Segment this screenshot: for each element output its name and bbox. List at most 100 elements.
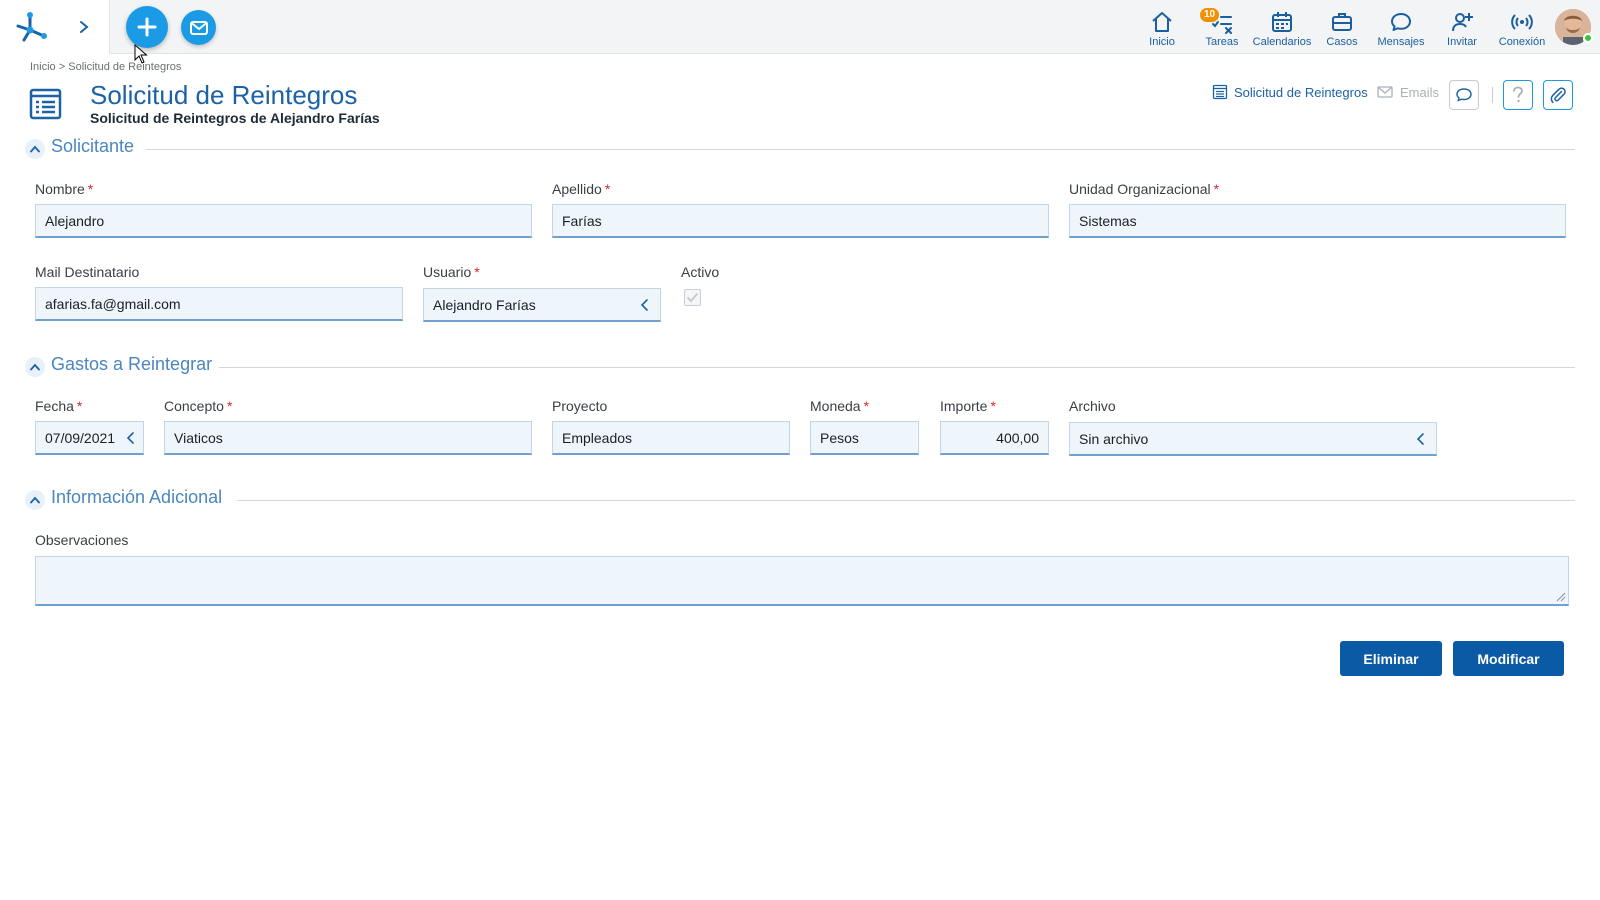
nombre-label: Nombre * (35, 181, 94, 197)
nav-invitar[interactable]: Invitar (1440, 0, 1484, 54)
attach-button[interactable] (1543, 80, 1573, 110)
nav-label: Conexión (1498, 36, 1546, 48)
breadcrumb-current: Solicitud de Reintegros (68, 61, 182, 73)
breadcrumb-separator: > (58, 61, 66, 73)
nav-casos[interactable]: Casos (1320, 0, 1364, 54)
add-button[interactable] (126, 6, 168, 48)
chevron-left-icon[interactable] (1414, 432, 1428, 446)
fecha-field[interactable]: 07/09/2021 (35, 421, 144, 455)
page-title: Solicitud de Reintegros (90, 80, 358, 110)
nav-label: Inicio (1149, 36, 1175, 48)
brand-area (0, 0, 110, 54)
breadcrumb-home[interactable]: Inicio (30, 61, 56, 73)
importe-label: Importe * (940, 398, 996, 414)
form-link-label: Solicitud de Reintegros (1234, 84, 1368, 100)
plus-icon (137, 17, 157, 37)
archivo-lookup[interactable]: Sin archivo (1069, 422, 1437, 456)
paperclip-icon (1550, 87, 1566, 104)
nombre-field[interactable]: Alejandro (35, 204, 532, 238)
signal-icon (1511, 14, 1533, 30)
tasks-badge: 10 (1200, 8, 1220, 22)
moneda-field[interactable]: Pesos (810, 421, 919, 455)
mail-field[interactable]: afarias.fa@gmail.com (35, 287, 403, 321)
nav-label: Invitar (1447, 36, 1477, 48)
chat-icon (1391, 13, 1411, 31)
usuario-value: Alejandro Farías (433, 296, 536, 313)
form-icon (29, 88, 62, 120)
page-subtitle: Solicitud de Reintegros de Alejandro Far… (90, 110, 380, 126)
collapse-toggle[interactable] (25, 139, 45, 159)
nav-conexion[interactable]: Conexión (1494, 0, 1550, 54)
collapse-toggle[interactable] (25, 490, 45, 510)
nav-label: Mensajes (1377, 36, 1425, 48)
activo-checkbox[interactable] (684, 289, 701, 306)
chevron-up-icon (30, 496, 40, 504)
chevron-up-icon (30, 145, 40, 153)
help-button[interactable] (1503, 80, 1533, 110)
section-title: Solicitante (51, 136, 135, 156)
form-small-icon (1212, 84, 1228, 100)
usuario-lookup[interactable]: Alejandro Farías (423, 288, 661, 322)
section-solicitante: Solicitante (25, 136, 1575, 162)
top-bar: Inicio 10 Tareas Calendarios Casos Mensa… (0, 0, 1600, 54)
observaciones-label: Observaciones (35, 532, 129, 548)
apellido-field[interactable]: Farías (552, 204, 1049, 238)
home-icon (1152, 12, 1172, 32)
briefcase-icon (1332, 13, 1352, 31)
header-separator (1492, 87, 1493, 103)
collapse-toggle[interactable] (25, 357, 45, 377)
modificar-button[interactable]: Modificar (1453, 641, 1564, 676)
emails-link-label: Emails (1400, 84, 1440, 100)
resize-handle-icon[interactable] (1556, 592, 1566, 602)
importe-field[interactable]: 400,00 (940, 421, 1049, 455)
section-divider (219, 367, 1575, 368)
nav-label: Casos (1326, 36, 1358, 48)
chevron-up-icon (30, 363, 40, 371)
section-divider (146, 149, 1575, 150)
chevron-right-icon[interactable] (76, 19, 92, 35)
envelope-outline-icon (1377, 86, 1393, 98)
emails-link[interactable]: Emails (1376, 83, 1439, 101)
unidad-field[interactable]: Sistemas (1069, 204, 1566, 238)
section-divider (237, 500, 1575, 501)
eliminar-button[interactable]: Eliminar (1340, 641, 1442, 676)
fecha-value: 07/09/2021 (45, 429, 116, 446)
nav-mensajes[interactable]: Mensajes (1374, 0, 1428, 54)
mail-label: Mail Destinatario (35, 264, 140, 280)
app-logo-icon[interactable] (14, 10, 48, 44)
chevron-left-icon[interactable] (124, 431, 138, 445)
question-icon (1513, 86, 1523, 103)
checkmark-icon (686, 292, 699, 303)
breadcrumb: Inicio > Solicitud de Reintegros (30, 61, 181, 73)
online-status-dot (1583, 33, 1593, 43)
concepto-field[interactable]: Viaticos (164, 421, 532, 455)
nav-inicio[interactable]: Inicio (1140, 0, 1184, 54)
mail-button[interactable] (181, 10, 216, 45)
observaciones-textarea[interactable] (35, 556, 1569, 606)
nav-label: Calendarios (1252, 36, 1312, 48)
nav-tareas[interactable]: 10 Tareas (1200, 0, 1244, 54)
unidad-label: Unidad Organizacional * (1069, 181, 1220, 197)
envelope-icon (189, 20, 208, 35)
form-link[interactable]: Solicitud de Reintegros (1212, 83, 1368, 101)
concepto-label: Concepto * (164, 398, 233, 414)
nav-calendarios[interactable]: Calendarios (1250, 0, 1314, 54)
usuario-label: Usuario * (423, 264, 480, 280)
proyecto-label: Proyecto (552, 398, 608, 414)
moneda-label: Moneda * (810, 398, 870, 414)
chevron-left-icon[interactable] (638, 298, 652, 312)
comments-button[interactable] (1449, 80, 1479, 110)
apellido-label: Apellido * (552, 181, 611, 197)
fecha-label: Fecha * (35, 398, 83, 414)
nav-label: Tareas (1205, 36, 1239, 48)
section-gastos: Gastos a Reintegrar (25, 354, 1575, 380)
mouse-cursor-icon (134, 44, 148, 64)
calendar-icon (1272, 12, 1292, 32)
archivo-label: Archivo (1069, 398, 1116, 414)
section-title: Información Adicional (51, 487, 223, 507)
section-informacion: Información Adicional (25, 487, 1575, 513)
comment-icon (1456, 88, 1472, 102)
proyecto-field[interactable]: Empleados (552, 421, 790, 455)
activo-label: Activo (681, 264, 720, 280)
invite-user-icon (1452, 13, 1473, 32)
